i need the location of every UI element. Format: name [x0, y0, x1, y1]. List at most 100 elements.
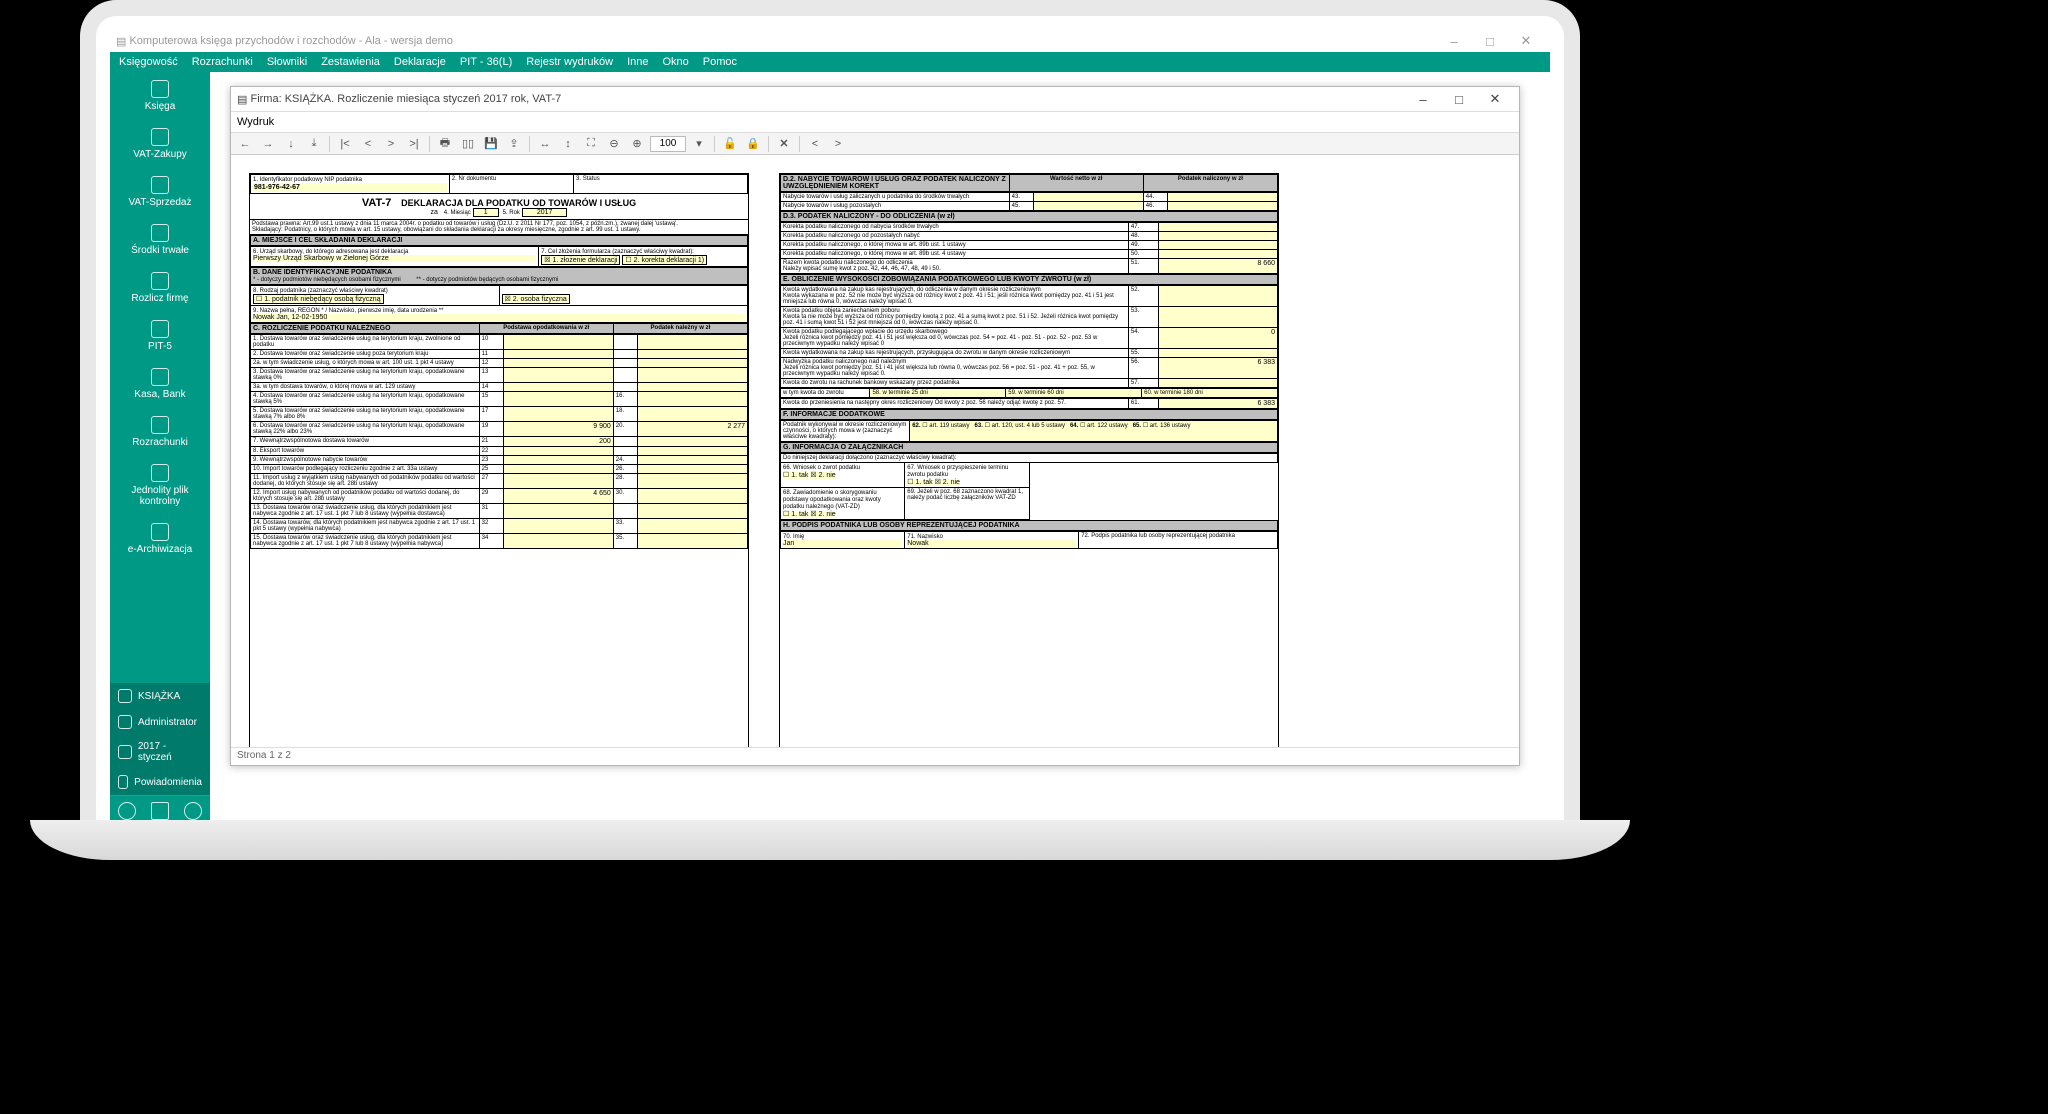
exit-icon[interactable]	[184, 802, 202, 820]
zoom-in-icon[interactable]: ⊕	[627, 135, 647, 153]
lock-icon[interactable]: 🔒	[743, 135, 763, 153]
c-row-16-n1: 34	[479, 534, 503, 549]
tab-wydruk[interactable]: Wydruk	[237, 116, 274, 128]
maximize-button[interactable]: □	[1472, 34, 1508, 49]
d3-row-1-v	[1158, 232, 1277, 241]
d3-row-4-n: 51.	[1128, 259, 1158, 274]
preview-minimize-button[interactable]: –	[1405, 92, 1441, 107]
sidebar-item-4[interactable]: Rozlicz firmę	[110, 264, 210, 312]
c-row-16-v2	[637, 534, 747, 549]
c-row-12-n2: 28.	[613, 474, 637, 489]
menu-pit-36-l-[interactable]: PIT - 36(L)	[455, 55, 517, 69]
d2-col1: Wartość netto w zł	[1009, 175, 1143, 192]
sidebar-item-1[interactable]: VAT-Zakupy	[110, 120, 210, 168]
export-icon[interactable]: ⇪	[504, 135, 524, 153]
sidebar-bottom-icon-0	[118, 689, 132, 703]
c-row-9-n1: 22	[479, 447, 503, 456]
c-row-0-v1	[503, 335, 613, 350]
minimize-button[interactable]: –	[1436, 34, 1472, 49]
workspace: ▤ Firma: KSIĄŻKA. Rozliczenie miesiąca s…	[210, 72, 1550, 826]
sidebar-item-6[interactable]: Kasa, Bank	[110, 360, 210, 408]
menu-ksi-gowo-[interactable]: Księgowość	[114, 55, 183, 69]
sidebar-label-0: Księga	[145, 101, 176, 112]
preview-maximize-button[interactable]: □	[1441, 92, 1477, 107]
sidebar-item-2[interactable]: VAT-Sprzedaż	[110, 168, 210, 216]
sidebar-icon-0	[151, 80, 169, 98]
d2-col2: Podatek naliczony w zł	[1143, 175, 1277, 192]
menu-pomoc[interactable]: Pomoc	[698, 55, 742, 69]
sidebar-bottom-2[interactable]: 2017 - styczeń	[110, 735, 210, 769]
sidebar-bottom-0[interactable]: KSIĄŻKA	[110, 683, 210, 709]
e-sub-a: w tym kwota do zwrotu	[781, 389, 870, 398]
d3-row-2-v	[1158, 241, 1277, 250]
rok-value: 2017	[522, 208, 568, 217]
c-row-11-n1: 25	[479, 465, 503, 474]
last-page-icon[interactable]: >|	[404, 135, 424, 153]
pane-next-icon[interactable]: >	[828, 135, 848, 153]
sidebar-item-9[interactable]: e-Archiwizacja	[110, 515, 210, 563]
first-page-icon[interactable]: |<	[335, 135, 355, 153]
preview-pages[interactable]: 1. Identyfikator podatkowy NIP podatnika…	[231, 155, 1519, 747]
sidebar-item-3[interactable]: Środki trwałe	[110, 216, 210, 264]
next-page-icon[interactable]: >	[381, 135, 401, 153]
g66-2: 2. nie	[819, 472, 836, 479]
c-row-10-n1: 23	[479, 456, 503, 465]
sidebar-label-2: VAT-Sprzedaż	[129, 197, 192, 208]
c-row-13-n2: 30.	[613, 489, 637, 504]
menu-zestawienia[interactable]: Zestawienia	[316, 55, 385, 69]
sidebar-item-7[interactable]: Rozrachunki	[110, 408, 210, 456]
c-row-12-v1	[503, 474, 613, 489]
zoom-out-icon[interactable]: ⊖	[604, 135, 624, 153]
zoom-dropdown-icon[interactable]: ▾	[689, 135, 709, 153]
e-row-4-text: Nadwyżka podatku naliczonego nad należny…	[781, 358, 1129, 379]
nav-back-icon[interactable]: ←	[235, 135, 255, 153]
fit-height-icon[interactable]: ↕	[558, 135, 578, 153]
section-c-header: C. ROZLICZENIE PODATKU NALEŻNEGO	[251, 324, 480, 334]
gear-icon[interactable]	[118, 802, 136, 820]
close-button[interactable]: ✕	[1508, 33, 1544, 49]
c-row-14-v1	[503, 504, 613, 519]
e-row-1-v	[1158, 307, 1277, 328]
print-icon[interactable]: 🖶	[435, 135, 455, 153]
shuffle-icon[interactable]	[151, 802, 169, 820]
sidebar-item-0[interactable]: Księga	[110, 72, 210, 120]
nav-fwd-icon[interactable]: →	[258, 135, 278, 153]
menu-inne[interactable]: Inne	[622, 55, 653, 69]
d3-row-0-v	[1158, 223, 1277, 232]
e-row-5-n: 57.	[1128, 379, 1158, 388]
d2-row-0-n1: 43.	[1009, 193, 1033, 202]
menu-s-owniki[interactable]: Słowniki	[262, 55, 312, 69]
pane-prev-icon[interactable]: <	[805, 135, 825, 153]
d2-row-1-n2: 46.	[1143, 202, 1167, 211]
prev-page-icon[interactable]: <	[358, 135, 378, 153]
menu-rozrachunki[interactable]: Rozrachunki	[187, 55, 258, 69]
menubar: Księgowość Rozrachunki Słowniki Zestawienia…	[110, 52, 1550, 72]
e-row-1-text: Kwota podatku objęta zaniechaniem poboru…	[781, 307, 1129, 328]
preview-close-button[interactable]: ✕	[1477, 91, 1513, 107]
za-label: za	[431, 209, 438, 216]
c-row-0-n1: 10	[479, 335, 503, 350]
rok-label: 5. Rok	[503, 210, 520, 216]
d3-row-4-v: 8 660	[1158, 259, 1277, 274]
sidebar-bottom-3[interactable]: Powiadomienia	[110, 769, 210, 795]
sidebar-item-8[interactable]: Jednolity plik kontrolny	[110, 456, 210, 515]
menu-rejestr-wydruk-w[interactable]: Rejestr wydruków	[521, 55, 618, 69]
sidebar-label-4: Rozlicz firmę	[131, 293, 188, 304]
sidebar-bottom-1[interactable]: Administrator	[110, 709, 210, 735]
sidebar-item-5[interactable]: PIT-5	[110, 312, 210, 360]
nav-down-end-icon[interactable]: ⤓	[304, 135, 324, 153]
d3-row-3-v	[1158, 250, 1277, 259]
d3-row-1-text: Korekta podatku naliczonego od pozostały…	[781, 232, 1129, 241]
fit-width-icon[interactable]: ↔	[535, 135, 555, 153]
close-preview-icon[interactable]: ✕	[774, 135, 794, 153]
a7-opt1: 1. złożenie deklaracji	[552, 257, 617, 264]
nav-down-icon[interactable]: ↓	[281, 135, 301, 153]
c-row-4-n2	[613, 383, 637, 392]
menu-deklaracje[interactable]: Deklaracje	[389, 55, 451, 69]
lock-open-icon[interactable]: 🔓	[720, 135, 740, 153]
save-icon[interactable]: 💾	[481, 135, 501, 153]
spread-icon[interactable]: ▯▯	[458, 135, 478, 153]
fit-page-icon[interactable]: ⛶	[581, 135, 601, 153]
menu-okno[interactable]: Okno	[657, 55, 693, 69]
zoom-input[interactable]	[650, 136, 686, 152]
